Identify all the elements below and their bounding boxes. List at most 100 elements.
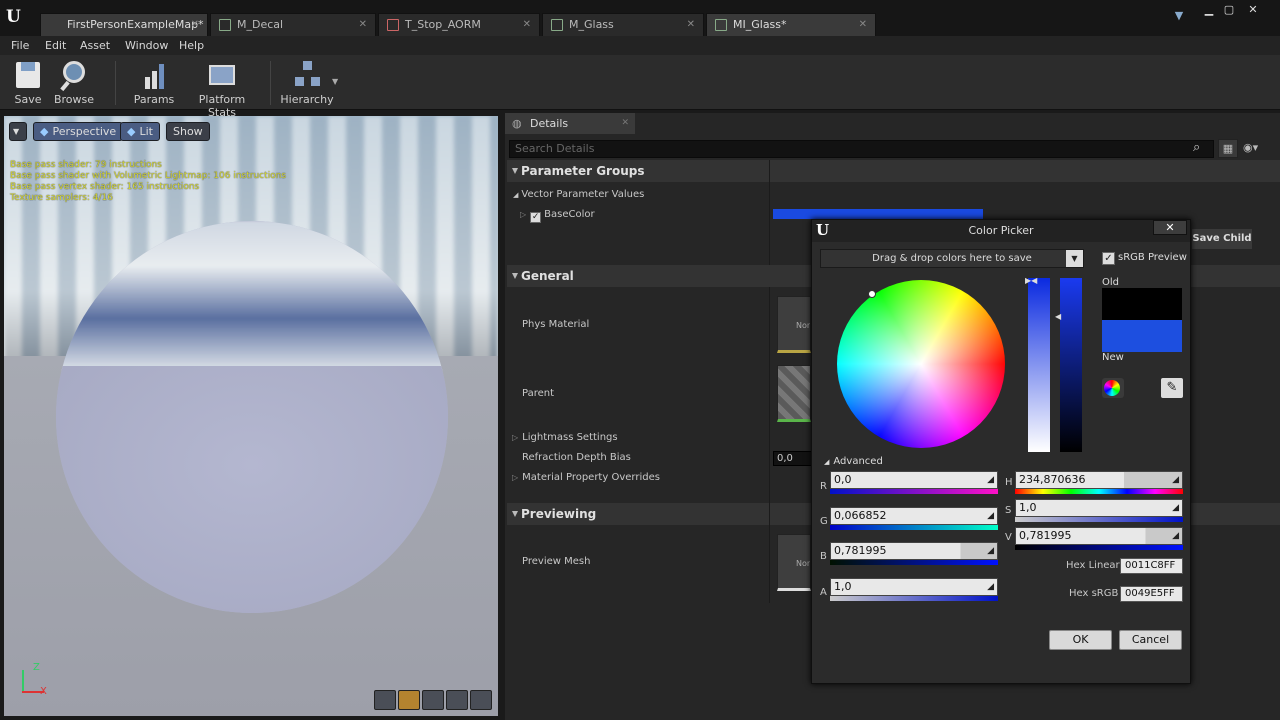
grid-view-icon[interactable]: ▦: [1218, 139, 1238, 158]
browse-button[interactable]: Browse: [52, 59, 96, 106]
preview-sphere: [56, 221, 448, 613]
close-icon[interactable]: ✕: [859, 14, 867, 36]
picker-titlebar[interactable]: U Color Picker ✕: [812, 220, 1190, 242]
save-child-button[interactable]: Save Child: [1192, 229, 1252, 249]
chevron-down-icon[interactable]: ▼: [332, 77, 338, 86]
srgb-preview-checkbox[interactable]: ✓: [1102, 252, 1115, 265]
s-gradient: [1015, 517, 1183, 522]
slider-marker[interactable]: ▶◀: [1025, 276, 1037, 285]
viewport-options-button[interactable]: ▼: [9, 122, 27, 141]
parent-thumbnail[interactable]: [777, 365, 811, 422]
hierarchy-button[interactable]: Hierarchy: [280, 59, 334, 106]
show-button[interactable]: Show: [166, 122, 210, 141]
g-input[interactable]: 0,066852 ◢: [830, 507, 998, 525]
menu-file[interactable]: File: [11, 39, 29, 52]
menu-window[interactable]: Window: [125, 39, 168, 52]
cube-icon[interactable]: [446, 690, 468, 710]
refraction-depth-bias-input[interactable]: 0,0: [773, 451, 813, 466]
picker-title: Color Picker: [968, 224, 1034, 237]
material-property-overrides-row[interactable]: ▷ Material Property Overrides: [512, 472, 660, 483]
base-color-checkbox[interactable]: ✓: [530, 212, 542, 223]
close-icon[interactable]: ✕: [687, 14, 695, 36]
slider-marker[interactable]: ◀: [1055, 312, 1061, 321]
menu-edit[interactable]: Edit: [45, 39, 66, 52]
search-icon[interactable]: ⌕: [1193, 140, 1200, 155]
perspective-button[interactable]: ◆ Perspective: [33, 122, 124, 141]
search-input[interactable]: Search Details: [509, 140, 1214, 158]
value-slider[interactable]: [1060, 278, 1082, 452]
a-input[interactable]: 1,0 ◢: [830, 578, 998, 596]
close-icon[interactable]: ✕: [523, 14, 531, 36]
h-gradient: [1015, 489, 1183, 494]
color-wheel-mode-icon[interactable]: [1102, 378, 1124, 398]
b-input[interactable]: 0,781995 ◢: [830, 542, 998, 560]
hex-srgb-input[interactable]: 0049E5FF: [1120, 586, 1183, 602]
base-color-row[interactable]: ▷ ✓ BaseColor: [520, 209, 595, 223]
new-label: New: [1102, 352, 1124, 363]
preview-viewport[interactable]: ▼ ◆ Perspective ◆ Lit Show Base pass shade…: [4, 116, 498, 716]
close-icon[interactable]: ✕: [359, 14, 367, 36]
section-parameter-groups[interactable]: Parameter Groups: [507, 160, 1280, 182]
saturation-slider[interactable]: [1028, 278, 1050, 452]
material-icon: [551, 19, 563, 31]
tab-label: FirstPersonExampleMap*: [67, 18, 204, 31]
tab-m-decal[interactable]: M_Decal ✕: [210, 13, 376, 36]
close-window-button[interactable]: ✕: [1244, 4, 1262, 16]
teapot-icon[interactable]: [470, 690, 492, 710]
s-input[interactable]: 1,0 ◢: [1015, 499, 1183, 517]
srgb-preview-label: sRGB Preview: [1118, 252, 1187, 263]
s-label: S: [1005, 505, 1012, 516]
base-color-swatch[interactable]: [773, 209, 983, 219]
save-button[interactable]: Save: [8, 59, 48, 106]
color-theme-drop-area[interactable]: Drag & drop colors here to save: [820, 249, 1084, 268]
menu-help[interactable]: Help: [179, 39, 204, 52]
r-value: 0,0: [834, 473, 852, 486]
new-color-swatch[interactable]: [1102, 320, 1182, 352]
tab-t-stop-aorm[interactable]: T_Stop_AORM ✕: [378, 13, 540, 36]
params-icon: [139, 59, 169, 91]
lightmass-settings-row[interactable]: ▷ Lightmass Settings: [512, 432, 618, 443]
close-icon[interactable]: ✕: [621, 113, 629, 134]
ok-button[interactable]: OK: [1049, 630, 1112, 650]
r-input[interactable]: 0,0 ◢: [830, 471, 998, 489]
lit-button[interactable]: ◆ Lit: [120, 122, 160, 141]
advanced-toggle[interactable]: ◢ Advanced: [824, 456, 883, 467]
stats-line: Base pass shader with Volumetric Lightma…: [10, 171, 287, 181]
h-input[interactable]: 234,870636 ◢: [1015, 471, 1183, 489]
r-gradient: [830, 489, 998, 494]
close-button[interactable]: ✕: [1153, 220, 1187, 235]
column-splitter[interactable]: [769, 160, 770, 560]
maximize-button[interactable]: ▢: [1220, 4, 1238, 16]
minimize-button[interactable]: ▁: [1200, 4, 1218, 16]
tab-label: M_Decal: [237, 18, 284, 31]
phys-material-thumbnail[interactable]: Non: [777, 296, 811, 353]
column-splitter[interactable]: [769, 503, 770, 603]
v-value: 0,781995: [1019, 529, 1072, 542]
preview-mesh-thumbnail[interactable]: Non: [777, 534, 811, 591]
old-color-swatch[interactable]: [1102, 288, 1182, 320]
platform-stats-button[interactable]: Platform Stats: [184, 59, 260, 119]
tab-m-glass[interactable]: M_Glass ✕: [542, 13, 704, 36]
sphere-icon[interactable]: [398, 690, 420, 710]
cylinder-icon[interactable]: [374, 690, 396, 710]
menu-asset[interactable]: Asset: [80, 39, 110, 52]
wheel-selector[interactable]: [868, 290, 876, 298]
hex-linear-input[interactable]: 0011C8FF: [1120, 558, 1183, 574]
theme-dropdown-button[interactable]: ▼: [1066, 250, 1083, 267]
material-property-overrides-label: Material Property Overrides: [522, 472, 660, 483]
eye-icon[interactable]: ◉▾: [1243, 141, 1258, 154]
vector-parameter-values-row[interactable]: ◢ Vector Parameter Values: [513, 189, 644, 200]
r-label: R: [820, 481, 827, 492]
notification-icon[interactable]: ▼: [1170, 10, 1188, 22]
plane-icon[interactable]: [422, 690, 444, 710]
tab-level[interactable]: FirstPersonExampleMap* ✕: [40, 13, 208, 36]
eyedropper-icon[interactable]: ✎: [1161, 378, 1183, 398]
v-input[interactable]: 0,781995 ◢: [1015, 527, 1183, 545]
tab-label: M_Glass: [569, 18, 614, 31]
color-wheel[interactable]: [837, 280, 1005, 448]
cancel-button[interactable]: Cancel: [1119, 630, 1182, 650]
tab-details[interactable]: ◍ Details ✕: [505, 113, 635, 134]
tab-mi-glass[interactable]: MI_Glass* ✕: [706, 13, 876, 36]
params-button[interactable]: Params: [132, 59, 176, 106]
close-icon[interactable]: ✕: [191, 14, 199, 36]
